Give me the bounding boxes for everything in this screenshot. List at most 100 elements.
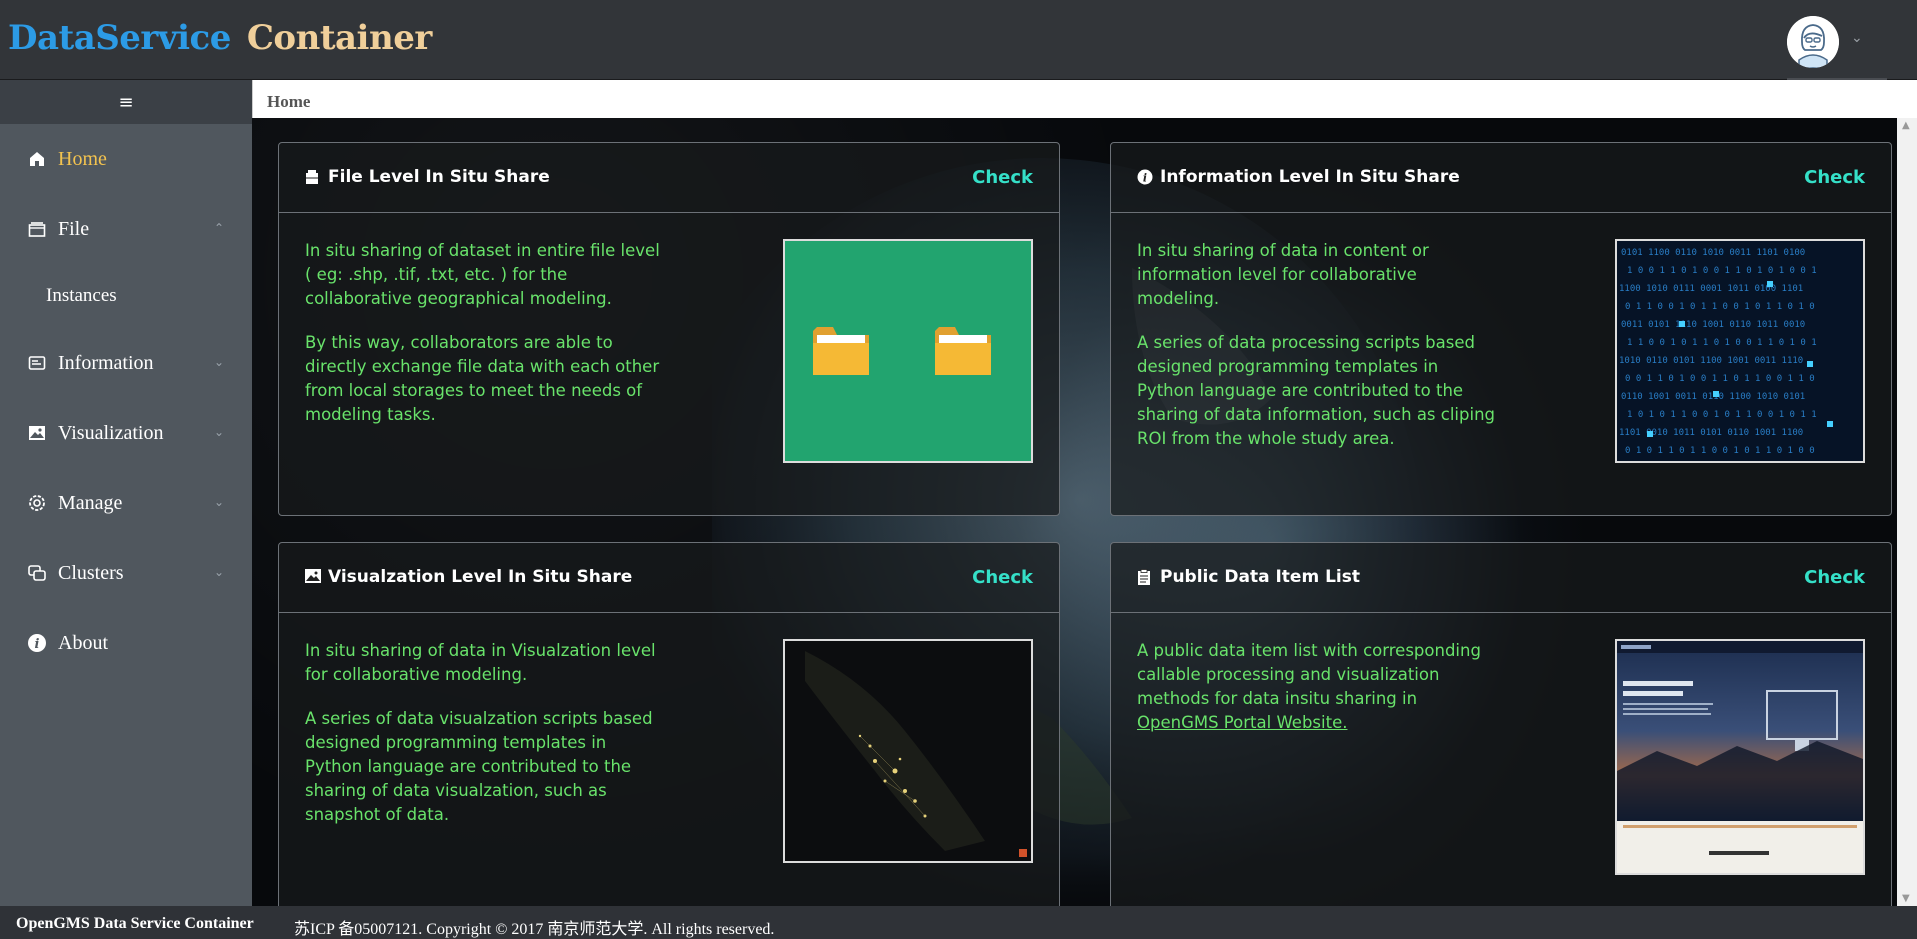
footer-copyright: 苏ICP 备05007121. Copyright © 2017 南京师范大学.… <box>294 921 775 938</box>
picture-icon <box>305 569 321 585</box>
brand-logo[interactable]: DataService Container <box>8 18 432 58</box>
sidebar-item-instances[interactable]: Instances <box>0 264 252 328</box>
card-paragraph: In situ sharing of data in content or in… <box>1137 241 1429 308</box>
svg-text:0101 1100 0110 1010 0011 1101: 0101 1100 0110 1010 0011 1101 0100 <box>1621 248 1805 258</box>
image-icon <box>26 422 48 444</box>
opengms-portal-screenshot <box>1615 639 1865 875</box>
card-paragraph: A series of data visualzation scripts ba… <box>305 709 653 824</box>
user-menu[interactable]: ⌄ <box>1787 16 1887 80</box>
footer: OpenGMS Data Service Container 苏ICP 备050… <box>0 906 1917 938</box>
card-description: In situ sharing of dataset in entire fil… <box>305 239 665 447</box>
card-title-text: Public Data Item List <box>1160 567 1360 587</box>
home-icon <box>26 148 48 170</box>
binary-code-illustration: 0101 1100 0110 1010 0011 1101 0100 1 0 0… <box>1615 239 1865 463</box>
check-link[interactable]: Check <box>972 167 1033 188</box>
card-paragraph: In situ sharing of data in Visualzation … <box>305 641 656 684</box>
card-header: File Level In Situ Share Check <box>279 143 1059 213</box>
svg-text:0011 0101 1110 1001 0110 1011: 0011 0101 1110 1001 0110 1011 0010 <box>1621 320 1805 330</box>
brand-container: Container <box>246 18 432 58</box>
file-icon <box>26 218 48 240</box>
sidebar: ≡ Home File ⌃ Instances Information ⌄ Vi… <box>0 80 252 906</box>
card-header: Visualzation Level In Situ Share Check <box>279 543 1059 613</box>
card-paragraph: A series of data processing scripts base… <box>1137 333 1495 448</box>
chevron-down-icon: ⌄ <box>213 495 224 509</box>
sidebar-item-label: Manage <box>58 491 123 514</box>
svg-text:i: i <box>1143 172 1147 185</box>
footer-name: OpenGMS Data Service Container <box>16 915 254 932</box>
card-description: A public data item list with correspondi… <box>1137 639 1497 755</box>
two-folders-illustration <box>783 239 1033 463</box>
sidebar-item-home[interactable]: Home <box>0 124 252 194</box>
svg-text:1010 0110 0101 1100 1001 0011: 1010 0110 0101 1100 1001 0011 1110 <box>1619 356 1803 366</box>
card-paragraph: A public data item list with correspondi… <box>1137 639 1497 735</box>
opengms-portal-link[interactable]: OpenGMS Portal Website. <box>1137 713 1347 732</box>
sidebar-item-clusters[interactable]: Clusters ⌄ <box>0 538 252 608</box>
sidebar-item-manage[interactable]: Manage ⌄ <box>0 468 252 538</box>
user-avatar[interactable] <box>1787 16 1839 68</box>
chevron-down-icon[interactable]: ⌄ <box>1851 30 1863 46</box>
menu-icon[interactable]: ≡ <box>0 80 252 124</box>
sidebar-item-visualization[interactable]: Visualization ⌄ <box>0 398 252 468</box>
check-link[interactable]: Check <box>1804 167 1865 188</box>
night-map-illustration <box>783 639 1033 863</box>
svg-text:i: i <box>35 637 40 652</box>
card-title: Visualzation Level In Situ Share <box>305 567 632 587</box>
sidebar-item-label: Visualization <box>58 421 164 444</box>
card-information-level: i Information Level In Situ Share Check … <box>1110 142 1892 516</box>
card-title: Public Data Item List <box>1137 567 1360 587</box>
info-icon: i <box>26 632 48 654</box>
svg-text:0 1 1 0 0 1 0 1 1 0 0 1 0 1 1: 0 1 1 0 0 1 0 1 1 0 0 1 0 1 1 0 1 0 <box>1625 302 1815 312</box>
main-content: File Level In Situ Share Check In situ s… <box>252 118 1897 906</box>
svg-text:1100 1010 0111 0001 1011 0100: 1100 1010 0111 0001 1011 0100 1101 <box>1619 284 1803 294</box>
svg-text:1 0 0 1 1 0 1 0 0 1 1 0 1 0 1: 1 0 0 1 1 0 1 0 0 1 1 0 1 0 1 0 0 1 <box>1627 266 1817 276</box>
sidebar-item-label: Home <box>58 147 107 170</box>
chevron-up-icon: ⌃ <box>213 221 224 235</box>
top-header: DataService Container ⌄ <box>0 0 1917 80</box>
check-link[interactable]: Check <box>1804 567 1865 588</box>
card-title-text: Information Level In Situ Share <box>1160 167 1460 187</box>
card-description: In situ sharing of data in content or in… <box>1137 239 1497 471</box>
sidebar-item-label: Instances <box>46 285 117 306</box>
brand-dataservice: DataService <box>8 18 231 58</box>
svg-text:1 1 0 0 1 0 1 1 0 1 0 0 1 1 0: 1 1 0 0 1 0 1 1 0 1 0 0 1 1 0 1 0 1 <box>1627 338 1817 348</box>
sidebar-item-label: Clusters <box>58 561 124 584</box>
card-title-text: File Level In Situ Share <box>328 167 550 187</box>
svg-text:1101 0010 1011 0101 0110 1001: 1101 0010 1011 0101 0110 1001 1100 <box>1619 428 1803 438</box>
card-title: i Information Level In Situ Share <box>1137 167 1460 187</box>
chevron-down-icon: ⌄ <box>213 425 224 439</box>
vertical-scrollbar[interactable]: ▲ ▼ <box>1897 118 1917 906</box>
card-title-text: Visualzation Level In Situ Share <box>328 567 633 587</box>
sidebar-item-label: About <box>58 631 108 654</box>
chevron-down-icon: ⌄ <box>213 565 224 579</box>
breadcrumb: Home <box>252 80 1917 118</box>
svg-text:0 1 0 1 1 0 1 1 0 0 1 0 1 1 0: 0 1 0 1 1 0 1 1 0 0 1 0 1 1 0 1 0 0 <box>1625 446 1815 456</box>
sidebar-item-label: Information <box>58 351 154 374</box>
info-circle-icon: i <box>1137 169 1153 185</box>
clusters-icon <box>26 562 48 584</box>
card-paragraph-text: A public data item list with correspondi… <box>1137 641 1481 708</box>
card-public-data-list: Public Data Item List Check A public dat… <box>1110 542 1892 906</box>
check-link[interactable]: Check <box>972 567 1033 588</box>
card-header: Public Data Item List Check <box>1111 543 1891 613</box>
scroll-up-arrow[interactable]: ▲ <box>1902 120 1910 131</box>
card-visualization-level: Visualzation Level In Situ Share Check I… <box>278 542 1060 906</box>
card-file-level: File Level In Situ Share Check In situ s… <box>278 142 1060 516</box>
file-share-icon <box>305 169 321 185</box>
breadcrumb-home[interactable]: Home <box>267 92 310 112</box>
card-description: In situ sharing of data in Visualzation … <box>305 639 665 847</box>
clipboard-icon <box>1137 569 1153 585</box>
information-icon <box>26 352 48 374</box>
chevron-down-icon: ⌄ <box>213 355 224 369</box>
svg-text:1 0 1 0 1 1 0 0 1 0 1 1 0 0 1: 1 0 1 0 1 1 0 0 1 0 1 1 0 0 1 0 1 1 <box>1627 410 1817 420</box>
scroll-down-arrow[interactable]: ▼ <box>1902 893 1910 904</box>
gear-icon <box>26 492 48 514</box>
svg-text:0 0 1 1 0 1 0 0 1 1 0 1 1 0 0: 0 0 1 1 0 1 0 0 1 1 0 1 1 0 0 1 1 0 <box>1625 374 1815 384</box>
card-paragraph: By this way, collaborators are able to d… <box>305 333 660 424</box>
card-paragraph: In situ sharing of dataset in entire fil… <box>305 241 660 308</box>
sidebar-item-about[interactable]: i About <box>0 608 252 678</box>
card-header: i Information Level In Situ Share Check <box>1111 143 1891 213</box>
sidebar-item-file[interactable]: File ⌃ <box>0 194 252 264</box>
sidebar-item-information[interactable]: Information ⌄ <box>0 328 252 398</box>
card-title: File Level In Situ Share <box>305 167 550 187</box>
sidebar-item-label: File <box>58 217 90 240</box>
